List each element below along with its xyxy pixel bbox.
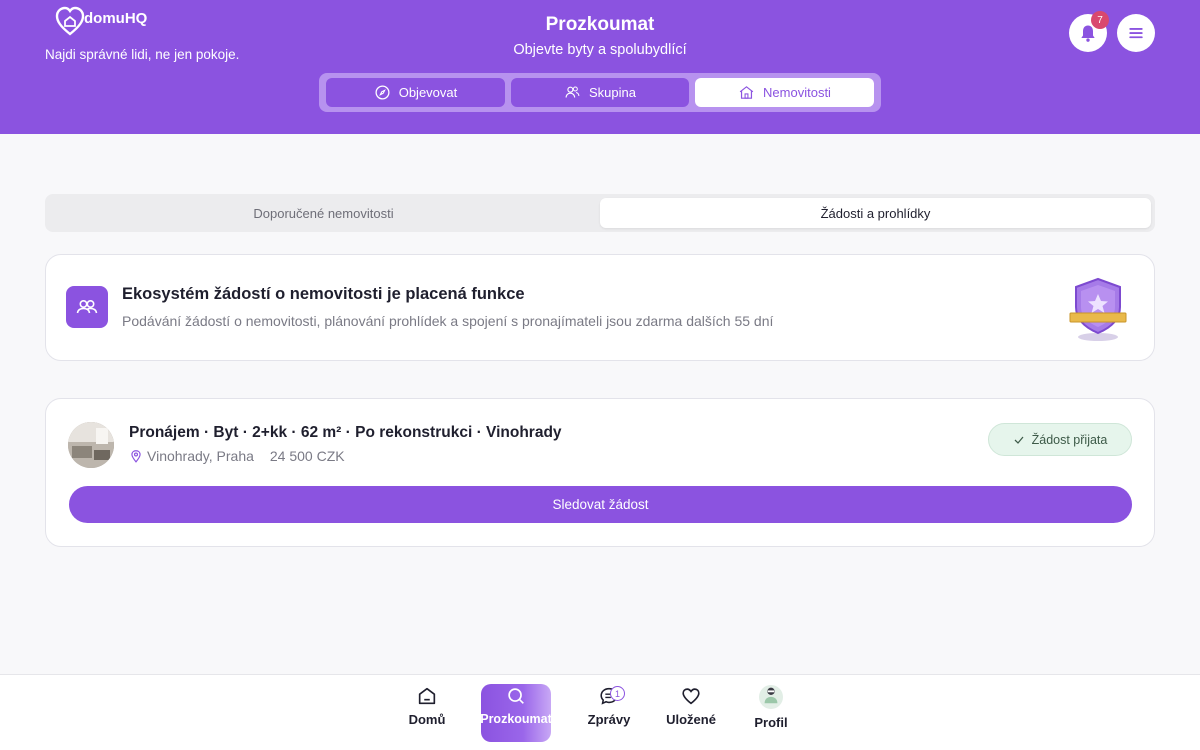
nav-label: Uložené — [666, 712, 716, 727]
nav-messages[interactable]: Zprávy — [574, 685, 644, 727]
header: domuHQ Najdi správné lidi, ne jen pokoje… — [0, 0, 1200, 134]
house-icon — [739, 86, 754, 99]
property-thumbnail[interactable] — [68, 422, 114, 468]
nav-profile[interactable]: Profil — [736, 685, 806, 730]
nav-saved[interactable]: Uložené — [656, 685, 726, 727]
nav-label: Profil — [754, 715, 788, 730]
nav-label: Domů — [408, 712, 446, 727]
status-badge: Žádost přijata — [988, 423, 1132, 456]
tab-label: Skupina — [589, 85, 636, 100]
logo[interactable]: domuHQ — [54, 4, 147, 38]
page-subtitle: Objevte byty a spolubydlící — [513, 42, 687, 58]
tab-nemovitosti[interactable]: Nemovitosti — [695, 78, 874, 107]
bottom-navigation: Domů Prozkoumat Zprávy 1 Uložené Profil — [0, 674, 1200, 750]
messages-count-badge: 1 — [610, 686, 625, 701]
users-icon — [565, 86, 580, 98]
notification-count-badge: 7 — [1091, 11, 1109, 29]
tab-label: Objevovat — [398, 85, 458, 100]
listing-meta: Vinohrady, Praha 24 500 CZK — [129, 448, 345, 464]
hamburger-icon — [1129, 28, 1143, 39]
premium-shield-icon — [1069, 277, 1127, 341]
nav-home[interactable]: Domů — [392, 685, 462, 727]
premium-feature-card: Ekosystém žádostí o nemovitosti je place… — [45, 254, 1155, 361]
tab-objevovat[interactable]: Objevovat — [326, 78, 505, 107]
listing-location: Vinohrady, Praha — [147, 448, 254, 464]
listing-title[interactable]: Pronájem · Byt · 2+kk · 62 m² · Po rekon… — [129, 424, 562, 442]
location-pin-icon — [131, 450, 141, 463]
logo-heart-icon — [55, 6, 85, 36]
check-icon — [1014, 436, 1024, 444]
nav-explore[interactable]: Prozkoumat — [480, 685, 552, 726]
status-text: Žádost přijata — [1031, 432, 1108, 447]
application-card: Pronájem · Byt · 2+kk · 62 m² · Po rekon… — [45, 398, 1155, 547]
listing-price: 24 500 CZK — [269, 448, 345, 464]
search-icon — [508, 688, 524, 704]
page-title: Prozkoumat — [545, 14, 655, 35]
nav-label: Prozkoumat — [480, 712, 552, 726]
group-icon — [66, 286, 108, 328]
nav-label: Zprávy — [587, 712, 631, 727]
tab-skupina[interactable]: Skupina — [511, 78, 689, 107]
compass-icon — [375, 85, 390, 100]
heart-icon — [682, 688, 700, 705]
menu-button[interactable] — [1117, 14, 1155, 52]
home-icon — [418, 687, 436, 705]
property-subtabs: Doporučené nemovitosti Žádosti a prohlíd… — [45, 194, 1155, 232]
logo-text: domuHQ — [84, 9, 148, 27]
subtab-recommended[interactable]: Doporučené nemovitosti — [48, 198, 599, 228]
tab-label: Nemovitosti — [763, 85, 831, 100]
premium-description: Podávání žádostí o nemovitosti, plánován… — [122, 313, 774, 329]
subtab-requests[interactable]: Žádosti a prohlídky — [600, 198, 1151, 228]
premium-title: Ekosystém žádostí o nemovitosti je place… — [122, 285, 525, 303]
track-application-button[interactable]: Sledovat žádost — [69, 486, 1132, 523]
tagline: Najdi správné lidi, ne jen pokoje. — [45, 47, 240, 62]
avatar — [759, 685, 783, 709]
explore-tabs: Objevovat Skupina Nemovitosti — [319, 73, 881, 112]
